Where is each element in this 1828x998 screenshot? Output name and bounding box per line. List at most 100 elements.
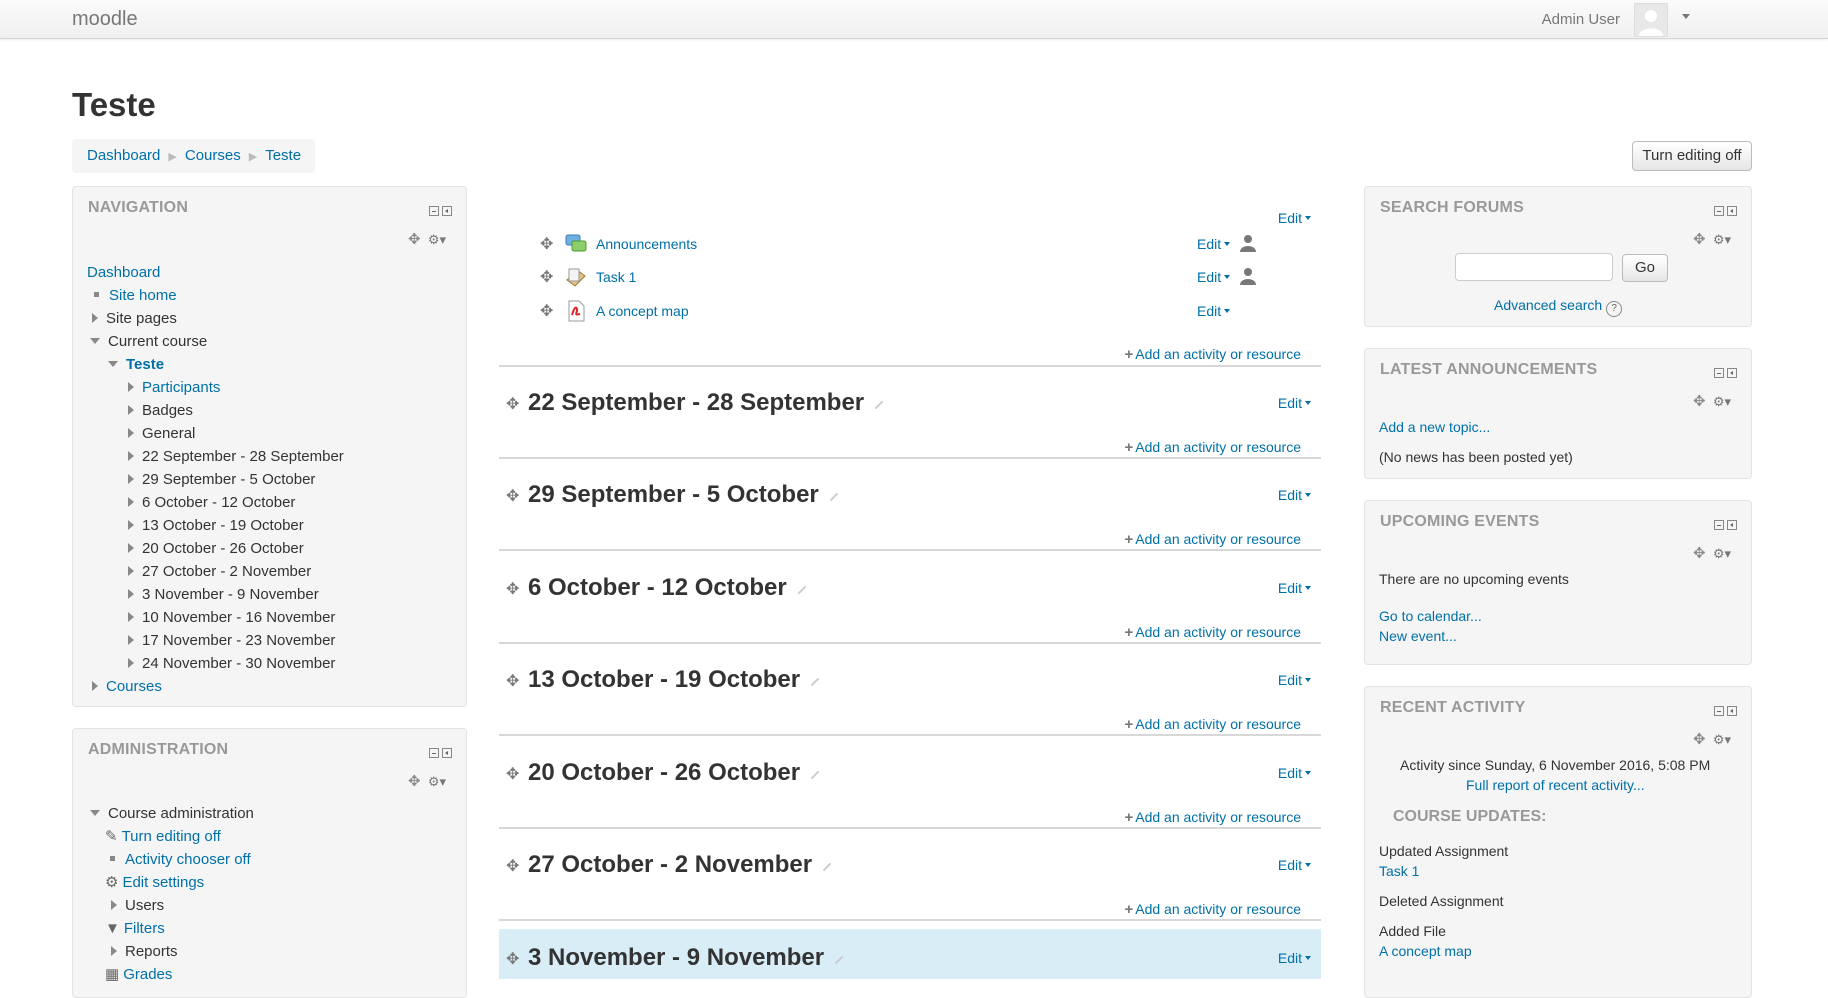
breadcrumb-dashboard[interactable]: Dashboard — [87, 147, 160, 164]
nav-week-item[interactable]: 13 October - 19 October — [87, 514, 344, 537]
add-activity-link[interactable]: + Add an activity or resource — [1124, 439, 1301, 456]
admin-item-label[interactable]: Reports — [125, 943, 178, 960]
admin-course-administration-label[interactable]: Course administration — [108, 805, 254, 822]
nav-item-label[interactable]: Participants — [142, 379, 220, 396]
edit-title-pencil-icon[interactable] — [810, 677, 820, 687]
dock-icon[interactable] — [1727, 706, 1737, 716]
admin-turn-editing-off[interactable]: ✎ Turn editing off — [87, 825, 254, 848]
admin-item-label[interactable]: Turn editing off — [122, 828, 221, 845]
gear-icon[interactable]: ⚙▾ — [428, 232, 446, 247]
nav-item-label[interactable]: 10 November - 16 November — [142, 609, 335, 626]
nav-week-item[interactable]: 22 September - 28 September — [87, 445, 344, 468]
activity-edit-menu[interactable]: Edit — [1197, 236, 1230, 252]
site-brand[interactable]: moodle — [72, 8, 138, 31]
gear-icon[interactable]: ⚙▾ — [428, 774, 446, 789]
section-edit-menu[interactable]: Edit — [1278, 765, 1311, 781]
nav-course-label[interactable]: Teste — [126, 356, 164, 373]
user-name[interactable]: Admin User — [1542, 11, 1620, 28]
expand-icon[interactable] — [111, 900, 117, 910]
add-activity-label[interactable]: Add an activity or resource — [1135, 531, 1301, 547]
expand-icon[interactable] — [111, 946, 117, 956]
collapse-icon[interactable] — [90, 810, 100, 816]
move-icon[interactable]: ✥ — [506, 394, 519, 414]
section-edit-menu[interactable]: Edit — [1278, 580, 1311, 596]
admin-item-label[interactable]: Grades — [123, 966, 172, 983]
collapse-icon[interactable] — [90, 338, 100, 344]
nav-courses-label[interactable]: Courses — [106, 678, 162, 695]
nav-item-label[interactable]: Badges — [142, 402, 193, 419]
expand-icon[interactable] — [92, 313, 98, 323]
nav-item-label[interactable]: 3 November - 9 November — [142, 586, 319, 603]
admin-item-label[interactable]: Activity chooser off — [125, 851, 251, 868]
move-icon[interactable]: ✥ — [408, 231, 421, 248]
admin-item-label[interactable]: Edit settings — [122, 874, 204, 891]
nav-week-item[interactable]: 29 September - 5 October — [87, 468, 344, 491]
expand-icon[interactable] — [128, 497, 134, 507]
search-forums-input[interactable] — [1455, 253, 1613, 281]
edit-title-pencil-icon[interactable] — [822, 862, 832, 872]
nav-week-item[interactable]: 17 November - 23 November — [87, 629, 344, 652]
move-icon[interactable]: ✥ — [506, 486, 519, 506]
expand-icon[interactable] — [128, 520, 134, 530]
full-report-link[interactable]: Full report of recent activity... — [1466, 777, 1645, 793]
section-edit-menu[interactable]: Edit — [1278, 672, 1311, 688]
admin-edit-settings[interactable]: ⚙ Edit settings — [87, 871, 254, 894]
expand-icon[interactable] — [128, 543, 134, 553]
nav-item-label[interactable]: General — [142, 425, 195, 442]
section-edit-menu[interactable]: Edit — [1278, 857, 1311, 873]
assign-roles-icon[interactable] — [1239, 234, 1257, 252]
nav-site-pages-label[interactable]: Site pages — [106, 310, 177, 327]
activity-name[interactable]: Task 1 — [596, 269, 636, 285]
nav-badges[interactable]: Badges — [87, 399, 344, 422]
minimize-icon[interactable] — [429, 748, 439, 758]
expand-icon[interactable] — [128, 382, 134, 392]
move-icon[interactable]: ✥ — [540, 267, 553, 287]
add-activity-link[interactable]: + Add an activity or resource — [1124, 716, 1301, 733]
dock-icon[interactable] — [1727, 520, 1737, 530]
move-icon[interactable]: ✥ — [506, 671, 519, 691]
dock-icon[interactable] — [1727, 206, 1737, 216]
move-icon[interactable]: ✥ — [506, 856, 519, 876]
user-menu-caret-icon[interactable] — [1682, 14, 1690, 19]
avatar[interactable] — [1634, 3, 1668, 37]
gear-icon[interactable]: ⚙▾ — [1713, 232, 1731, 247]
dock-icon[interactable] — [1727, 368, 1737, 378]
assign-roles-icon[interactable] — [1239, 267, 1257, 285]
nav-site-home[interactable]: Site home — [87, 284, 344, 307]
concept-map-link[interactable]: A concept map — [1379, 943, 1472, 959]
gear-icon[interactable]: ⚙▾ — [1713, 546, 1731, 561]
breadcrumb-courses[interactable]: Courses — [185, 147, 241, 164]
add-activity-link[interactable]: + Add an activity or resource — [1124, 531, 1301, 548]
nav-item-label[interactable]: 20 October - 26 October — [142, 540, 304, 557]
nav-site-home-label[interactable]: Site home — [109, 287, 177, 304]
admin-reports[interactable]: Reports — [87, 940, 254, 963]
dock-icon[interactable] — [442, 206, 452, 216]
admin-users[interactable]: Users — [87, 894, 254, 917]
move-icon[interactable]: ✥ — [540, 301, 553, 321]
add-activity-label[interactable]: Add an activity or resource — [1135, 346, 1301, 362]
section-edit-menu[interactable]: Edit — [1278, 487, 1311, 503]
move-icon[interactable]: ✥ — [506, 579, 519, 599]
task-1-link[interactable]: Task 1 — [1379, 863, 1419, 879]
help-icon[interactable]: ? — [1606, 301, 1623, 317]
advanced-search-label[interactable]: Advanced search — [1494, 297, 1602, 313]
nav-participants[interactable]: Participants — [87, 376, 344, 399]
nav-item-label[interactable]: 24 November - 30 November — [142, 655, 335, 672]
expand-icon[interactable] — [128, 428, 134, 438]
nav-site-pages[interactable]: Site pages — [87, 307, 344, 330]
add-activity-label[interactable]: Add an activity or resource — [1135, 439, 1301, 455]
nav-item-label[interactable]: 22 September - 28 September — [142, 448, 344, 465]
move-icon[interactable]: ✥ — [506, 764, 519, 784]
activity-name[interactable]: Announcements — [596, 236, 697, 252]
section-edit-menu[interactable]: Edit — [1278, 395, 1311, 411]
edit-title-pencil-icon[interactable] — [834, 955, 844, 965]
activity-edit-menu[interactable]: Edit — [1197, 303, 1230, 319]
expand-icon[interactable] — [128, 405, 134, 415]
move-icon[interactable]: ✥ — [1693, 545, 1706, 562]
nav-dashboard-label[interactable]: Dashboard — [87, 264, 160, 281]
breadcrumb-course[interactable]: Teste — [265, 147, 301, 164]
minimize-icon[interactable] — [1714, 368, 1724, 378]
nav-item-label[interactable]: 17 November - 23 November — [142, 632, 335, 649]
collapse-icon[interactable] — [108, 361, 118, 367]
nav-week-item[interactable]: 3 November - 9 November — [87, 583, 344, 606]
